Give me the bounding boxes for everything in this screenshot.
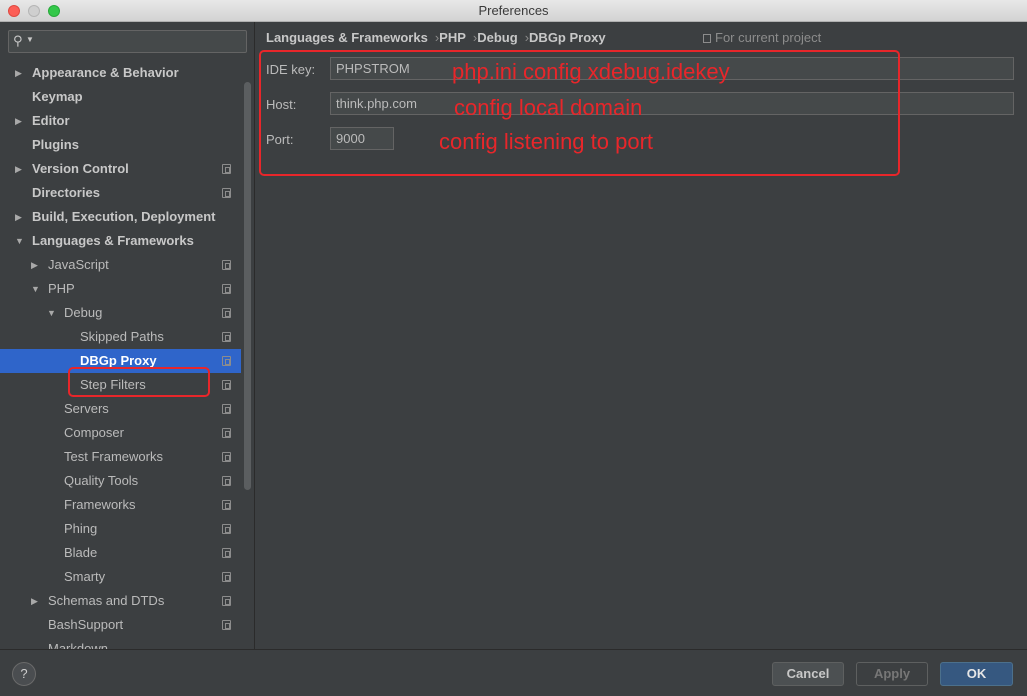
project-scope-icon	[222, 188, 231, 198]
project-scope-icon	[222, 500, 231, 510]
sidebar-item[interactable]: Directories	[0, 181, 241, 205]
project-scope-icon	[222, 380, 231, 390]
ide-key-annotation: php.ini config xdebug.idekey	[452, 59, 730, 84]
project-scope-icon	[222, 620, 231, 630]
sidebar-item-label: Blade	[64, 545, 98, 560]
sidebar-item[interactable]: Phing	[0, 517, 241, 541]
project-scope-icon	[222, 452, 231, 462]
chevron-down-icon[interactable]: ▼	[15, 229, 24, 253]
sidebar-item-label: Servers	[64, 401, 109, 416]
sidebar-item[interactable]: ▼ Debug	[0, 301, 241, 325]
chevron-down-icon[interactable]: ▼	[47, 301, 56, 325]
sidebar-item[interactable]: Quality Tools	[0, 469, 241, 493]
chevron-right-icon[interactable]: ▶	[15, 109, 22, 133]
project-scope-icon	[222, 308, 231, 318]
breadcrumb-item: Languages & Frameworks	[266, 30, 428, 45]
sidebar-item[interactable]: Servers	[0, 397, 241, 421]
sidebar-item-label: Frameworks	[64, 497, 136, 512]
project-scope-icon	[222, 260, 231, 270]
project-scope-icon	[222, 524, 231, 534]
sidebar-item-label: Skipped Paths	[80, 329, 164, 344]
sidebar-item[interactable]: Markdown	[0, 637, 241, 649]
sidebar-item-label: Debug	[64, 305, 103, 320]
sidebar-item-label: JavaScript	[48, 257, 109, 272]
for-current-project-label: For current project	[715, 30, 822, 45]
project-scope-icon	[222, 356, 231, 366]
sidebar-item-label: Build, Execution, Deployment	[32, 209, 216, 224]
sidebar-item-label: Quality Tools	[64, 473, 139, 488]
cancel-button[interactable]: Cancel	[772, 662, 844, 686]
sidebar-item[interactable]: Test Frameworks	[0, 445, 241, 469]
project-scope-icon	[222, 548, 231, 558]
sidebar-item[interactable]: ▼ PHP	[0, 277, 241, 301]
sidebar-item[interactable]: ▶ Version Control	[0, 157, 241, 181]
sidebar-item-label: Composer	[64, 425, 124, 440]
ok-button[interactable]: OK	[940, 662, 1013, 686]
help-button[interactable]: ?	[12, 662, 36, 686]
sidebar-item[interactable]: ▶ Schemas and DTDs	[0, 589, 241, 613]
breadcrumb-item: PHP	[439, 30, 466, 45]
port-annotation: config listening to port	[439, 129, 654, 154]
project-scope-icon	[222, 404, 231, 414]
sidebar-item-label: Markdown	[48, 641, 108, 649]
sidebar-item-label: Plugins	[32, 137, 79, 152]
sidebar-scrollbar[interactable]	[244, 82, 251, 490]
sidebar-item[interactable]: ▶ Editor	[0, 109, 241, 133]
sidebar-item[interactable]: ▶ Build, Execution, Deployment	[0, 205, 241, 229]
settings-content-panel: Languages & Frameworks ›PHP ›Debug ›DBGp Pr…	[256, 22, 1027, 649]
settings-search-input[interactable]: ⚲ ▼	[8, 30, 247, 53]
chevron-right-icon[interactable]: ▶	[31, 589, 38, 613]
sidebar-item[interactable]: ▶ Appearance & Behavior	[0, 61, 241, 85]
sidebar-item[interactable]: Skipped Paths	[0, 325, 241, 349]
dialog-footer: ? Cancel Apply OK	[0, 649, 1027, 696]
project-scope-icon	[222, 332, 231, 342]
host-annotation: config local domain	[454, 95, 643, 120]
sidebar-item[interactable]: BashSupport	[0, 613, 241, 637]
window-title: Preferences	[478, 3, 549, 18]
chevron-right-icon[interactable]: ▶	[15, 205, 22, 229]
for-current-project-indicator: For current project	[703, 30, 821, 45]
apply-button[interactable]: Apply	[856, 662, 928, 686]
breadcrumb-item: DBGp Proxy	[529, 30, 606, 45]
sidebar-item-label: Languages & Frameworks	[32, 233, 194, 248]
sidebar-item[interactable]: Plugins	[0, 133, 241, 157]
sidebar-item-label: Test Frameworks	[64, 449, 163, 464]
project-scope-icon	[222, 284, 231, 294]
sidebar-item-label: Version Control	[32, 161, 129, 176]
dbgp-proxy-highlight-annotation	[68, 367, 210, 397]
sidebar-item-label: BashSupport	[48, 617, 124, 632]
sidebar-item[interactable]: ▶ JavaScript	[0, 253, 241, 277]
project-scope-icon	[222, 164, 231, 174]
breadcrumb-item: Debug	[477, 30, 518, 45]
sidebar-item-label: Phing	[64, 521, 98, 536]
chevron-right-icon[interactable]: ▶	[15, 157, 22, 181]
sidebar-item-label: Schemas and DTDs	[48, 593, 165, 608]
sidebar-item-label: Appearance & Behavior	[32, 65, 179, 80]
chevron-down-icon: ▼	[26, 35, 34, 44]
sidebar-item[interactable]: Blade	[0, 541, 241, 565]
title-bar: Preferences	[0, 0, 1027, 22]
project-scope-icon	[222, 572, 231, 582]
sidebar-item-label: PHP	[48, 281, 75, 296]
breadcrumb: Languages & Frameworks ›PHP ›Debug ›DBGp Pr…	[266, 30, 606, 48]
settings-sidebar: ⚲ ▼ ▶ Appearance & Behavior Keymap ▶ Editor P…	[0, 22, 255, 649]
project-scope-icon	[222, 476, 231, 486]
sidebar-item-label: Editor	[32, 113, 70, 128]
chevron-right-icon[interactable]: ▶	[15, 61, 22, 85]
sidebar-item-label: Keymap	[32, 89, 83, 104]
chevron-right-icon[interactable]: ▶	[31, 253, 38, 277]
project-scope-icon	[222, 596, 231, 606]
sidebar-item[interactable]: Smarty	[0, 565, 241, 589]
sidebar-item[interactable]: ▼ Languages & Frameworks	[0, 229, 241, 253]
chevron-down-icon[interactable]: ▼	[31, 277, 40, 301]
search-icon: ⚲	[13, 33, 23, 48]
project-scope-icon	[703, 34, 711, 43]
sidebar-item[interactable]: Composer	[0, 421, 241, 445]
project-scope-icon	[222, 428, 231, 438]
sidebar-item-label: Directories	[32, 185, 100, 200]
sidebar-item-label: Smarty	[64, 569, 106, 584]
sidebar-item[interactable]: Keymap	[0, 85, 241, 109]
sidebar-item[interactable]: Frameworks	[0, 493, 241, 517]
